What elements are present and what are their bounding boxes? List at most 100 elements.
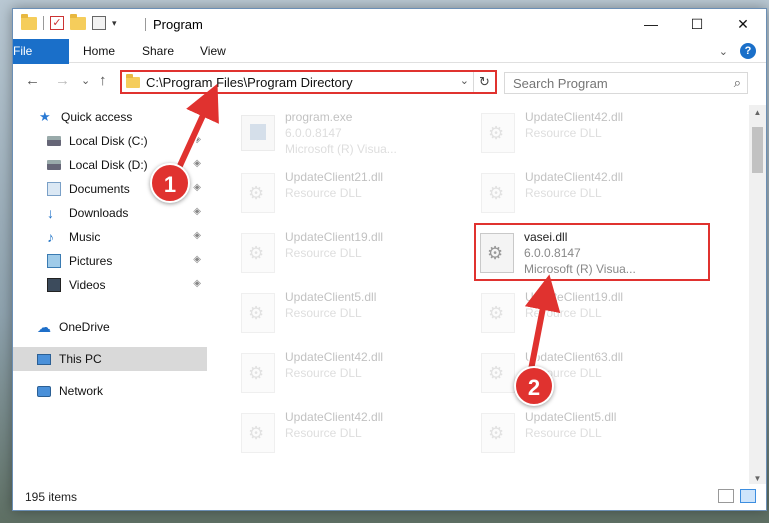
pin-icon: ◈ xyxy=(193,206,201,217)
sidebar-item-label: Local Disk (D:) xyxy=(69,158,148,172)
step-badge-1: 1 xyxy=(150,163,190,203)
properties-icon[interactable] xyxy=(92,16,106,30)
pin-icon: ◈ xyxy=(193,182,201,193)
minimize-button[interactable]: — xyxy=(628,9,674,39)
scroll-up-arrow-icon[interactable]: ▲ xyxy=(749,105,766,121)
file-item[interactable]: program.exe 6.0.0.8147 Microsoft (R) Vis… xyxy=(241,109,461,163)
step-badge-2: 2 xyxy=(514,366,554,406)
dll-file-icon: ⚙ xyxy=(481,413,515,453)
onedrive-icon: ☁ xyxy=(37,319,51,335)
documents-icon xyxy=(47,182,61,196)
file-item[interactable]: ⚙ UpdateClient42.dll Resource DLL xyxy=(481,169,701,223)
dll-file-icon: ⚙ xyxy=(481,353,515,393)
sidebar-item-label: Network xyxy=(59,384,104,398)
scroll-thumb[interactable] xyxy=(752,127,763,173)
gear-icon: ⚙ xyxy=(488,303,505,323)
dll-file-icon: ⚙ xyxy=(241,353,275,393)
tab-home[interactable]: Home xyxy=(71,39,127,63)
gear-icon: ⚙ xyxy=(248,423,265,443)
sidebar-item-this-pc[interactable]: This PC xyxy=(13,347,207,371)
address-bar[interactable]: C:\Program Files\Program Directory ⌄ ↻ xyxy=(120,70,497,94)
back-arrow-icon[interactable]: ← xyxy=(25,72,40,89)
details-view-icon[interactable] xyxy=(718,489,734,503)
search-input[interactable] xyxy=(513,75,723,91)
sidebar-item-downloads[interactable]: ↓ Downloads ◈ xyxy=(13,201,207,225)
file-item[interactable]: ⚙ UpdateClient19.dll Resource DLL xyxy=(241,229,461,283)
folder-icon xyxy=(21,13,37,30)
dll-file-icon: ⚙ xyxy=(481,173,515,213)
dll-file-icon: ⚙ xyxy=(241,233,275,273)
pin-icon: ◈ xyxy=(193,254,201,265)
help-icon[interactable]: ? xyxy=(740,43,756,59)
tab-share[interactable]: Share xyxy=(130,39,186,63)
file-item[interactable]: ⚙ UpdateClient21.dll Resource DLL xyxy=(241,169,461,223)
dll-file-icon: ⚙ xyxy=(241,293,275,333)
search-box[interactable]: ⌕ xyxy=(504,72,748,94)
gear-icon: ⚙ xyxy=(488,183,505,203)
sidebar-item-label: Videos xyxy=(69,278,106,292)
expand-ribbon-chevron-icon[interactable]: ⌄ xyxy=(719,45,728,58)
status-bar: 195 items xyxy=(13,484,766,510)
gear-icon: ⚙ xyxy=(248,183,265,203)
sidebar-item-videos[interactable]: Videos ◈ xyxy=(13,273,207,297)
file-list: program.exe 6.0.0.8147 Microsoft (R) Vis… xyxy=(219,105,741,485)
sidebar-item-pictures[interactable]: Pictures ◈ xyxy=(13,249,207,273)
dll-file-icon: ⚙ xyxy=(481,113,515,153)
explorer-window: ✓ ▾ Program — ☐ ✕ File Home Share View ⌄… xyxy=(12,8,767,511)
close-button[interactable]: ✕ xyxy=(720,9,766,39)
disk-icon xyxy=(47,160,61,170)
properties-check-icon[interactable]: ✓ xyxy=(50,16,64,30)
downloads-icon: ↓ xyxy=(47,205,54,221)
dll-file-icon: ⚙ xyxy=(241,413,275,453)
file-item[interactable]: ⚙ UpdateClient5.dll Resource DLL xyxy=(241,289,461,343)
sidebar-item-onedrive[interactable]: ☁ OneDrive xyxy=(13,315,207,339)
sidebar-item-network[interactable]: Network xyxy=(13,379,207,403)
quick-access-toolbar: ✓ ▾ xyxy=(21,13,117,30)
sidebar-item-label: This PC xyxy=(59,352,102,366)
pin-icon: ◈ xyxy=(193,278,201,289)
forward-arrow-icon[interactable]: → xyxy=(55,72,70,89)
large-icons-view-icon[interactable] xyxy=(740,489,756,503)
title-bar: ✓ ▾ Program — ☐ ✕ xyxy=(13,9,766,39)
sidebar-item-label: Pictures xyxy=(69,254,113,268)
sidebar-item-local-disk-c[interactable]: Local Disk (C:) ◈ xyxy=(13,129,207,153)
sidebar-item-label: Quick access xyxy=(61,110,133,124)
address-dropdown-chevron-icon[interactable]: ⌄ xyxy=(460,74,469,87)
this-pc-icon xyxy=(37,353,51,365)
gear-icon: ⚙ xyxy=(487,243,504,263)
tab-view[interactable]: View xyxy=(188,39,238,63)
ribbon-tabs: File Home Share View ⌄ ? xyxy=(13,39,766,93)
file-item[interactable]: ⚙ UpdateClient42.dll Resource DLL xyxy=(241,349,461,403)
file-item[interactable]: ⚙ UpdateClient5.dll Resource DLL xyxy=(481,409,701,463)
sidebar-item-music[interactable]: ♪ Music ◈ xyxy=(13,225,207,249)
address-path[interactable]: C:\Program Files\Program Directory xyxy=(146,75,353,90)
pin-icon: ◈ xyxy=(193,134,201,145)
recent-locations-chevron-icon[interactable]: ⌄ xyxy=(81,74,90,87)
sidebar-item-label: Local Disk (C:) xyxy=(69,134,148,148)
new-folder-icon[interactable] xyxy=(70,13,86,30)
videos-icon xyxy=(47,278,61,292)
customize-toolbar-chevron-icon[interactable]: ▾ xyxy=(112,18,117,29)
maximize-button[interactable]: ☐ xyxy=(674,9,720,39)
file-item[interactable]: ⚙ UpdateClient63.dll Resource DLL xyxy=(481,349,701,403)
dll-file-icon: ⚙ xyxy=(241,173,275,213)
sidebar-item-quick-access[interactable]: ★ Quick access xyxy=(13,105,207,129)
navigation-bar: ← → ⌄ ↑ C:\Program Files\Program Directo… xyxy=(13,64,766,98)
sidebar-item-label: Music xyxy=(69,230,101,244)
file-item-vasei-dll[interactable]: ⚙ vasei.dll 6.0.0.8147 Microsoft (R) Vis… xyxy=(474,223,710,281)
dll-file-icon: ⚙ xyxy=(481,293,515,333)
gear-icon: ⚙ xyxy=(248,243,265,263)
vertical-scrollbar[interactable]: ▲ ▼ xyxy=(749,105,766,487)
file-item[interactable]: ⚙ UpdateClient42.dll Resource DLL xyxy=(241,409,461,463)
folder-icon xyxy=(126,73,140,88)
sidebar-item-label: Downloads xyxy=(69,206,129,220)
gear-icon: ⚙ xyxy=(488,363,505,383)
window-controls: — ☐ ✕ xyxy=(628,9,766,39)
file-item[interactable]: ⚙ UpdateClient42.dll Resource DLL xyxy=(481,109,701,163)
item-count: 195 items xyxy=(25,490,78,504)
search-icon[interactable]: ⌕ xyxy=(734,75,741,91)
up-arrow-icon[interactable]: ↑ xyxy=(99,72,107,89)
file-item[interactable]: ⚙ UpdateClient19.dll Resource DLL xyxy=(481,289,701,343)
refresh-icon[interactable]: ↻ xyxy=(473,72,495,92)
window-title: Program xyxy=(153,17,203,32)
